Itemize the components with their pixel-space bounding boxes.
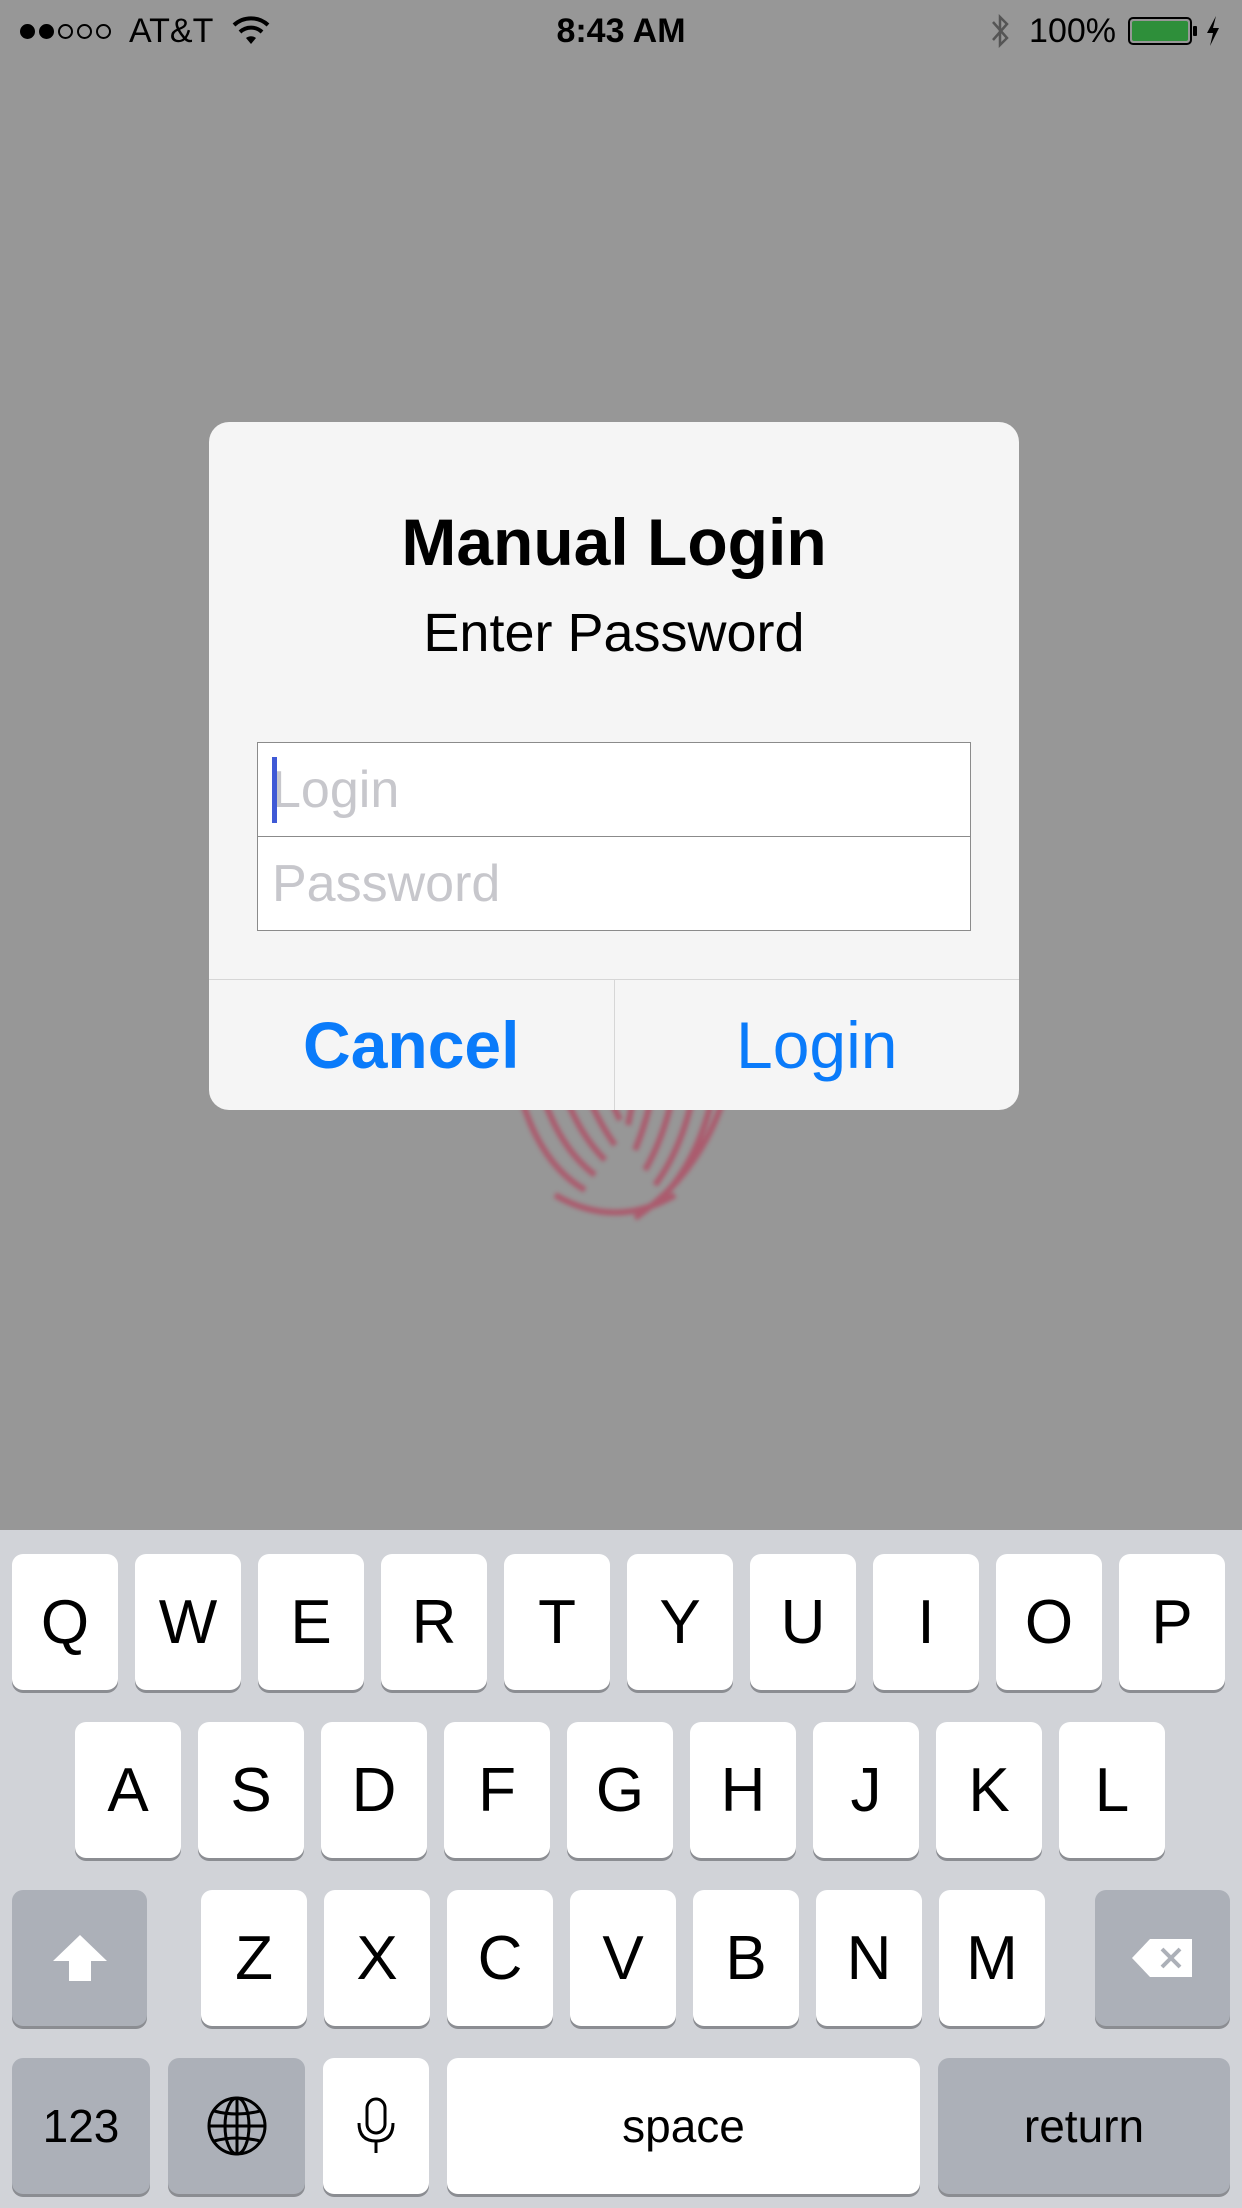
battery-icon (1128, 17, 1197, 45)
key-label: E (290, 1587, 332, 1657)
numbers-key[interactable]: 123 (12, 2058, 150, 2194)
key-c[interactable]: C (447, 1890, 553, 2026)
charging-bolt-icon (1207, 16, 1219, 46)
key-b[interactable]: B (693, 1890, 799, 2026)
key-q[interactable]: Q (12, 1554, 118, 1690)
status-right: 100% (989, 10, 1222, 52)
shift-key[interactable] (12, 1890, 147, 2026)
key-label: N (846, 1923, 892, 1993)
alert-button-row: Cancel Login (209, 979, 1019, 1110)
password-input[interactable] (257, 836, 971, 931)
key-label: T (538, 1587, 576, 1657)
key-label: U (780, 1587, 826, 1657)
key-d[interactable]: D (321, 1722, 427, 1858)
key-m[interactable]: M (939, 1890, 1045, 2026)
key-label: O (1024, 1587, 1074, 1657)
keyboard: QW E R T Y U I O P A S D F G H J K L Z X C V B N M 123 space r… (0, 1530, 1242, 2208)
globe-key[interactable] (168, 2058, 305, 2194)
status-bar: AT&T 8:43 AM 100% (0, 0, 1242, 62)
key-label: K (968, 1755, 1010, 1825)
key-label: A (107, 1755, 149, 1825)
globe-icon (207, 2096, 266, 2156)
delete-icon (1131, 1939, 1192, 1977)
space-key-label: space (622, 2100, 745, 2152)
key-label: P (1151, 1587, 1193, 1657)
key-o[interactable]: O (996, 1554, 1102, 1690)
key-label: L (1094, 1755, 1130, 1825)
login-input[interactable] (257, 742, 971, 837)
key-label: D (351, 1755, 397, 1825)
login-button[interactable]: Login (615, 980, 1020, 1110)
key-v[interactable]: V (570, 1890, 676, 2026)
return-key-label: return (1023, 2100, 1145, 2152)
key-label: Z (235, 1923, 273, 1993)
key-y[interactable]: Y (627, 1554, 733, 1690)
key-label: X (356, 1923, 398, 1993)
key-w[interactable]: W (135, 1554, 241, 1690)
alert-message: Enter Password (423, 603, 805, 663)
key-label: J (850, 1755, 882, 1825)
key-j[interactable]: J (813, 1722, 919, 1858)
key-u[interactable]: U (750, 1554, 856, 1690)
key-label: F (478, 1755, 516, 1825)
key-g[interactable]: G (567, 1722, 673, 1858)
key-s[interactable]: S (198, 1722, 304, 1858)
space-key[interactable]: space (447, 2058, 920, 2194)
key-label: R (411, 1587, 457, 1657)
key-label: Q (40, 1587, 90, 1657)
key-label: W (158, 1587, 218, 1657)
key-p[interactable]: P (1119, 1554, 1225, 1690)
shift-icon (52, 1935, 107, 1981)
key-i[interactable]: I (873, 1554, 979, 1690)
alert-title: Manual Login (401, 505, 827, 579)
key-e[interactable]: E (258, 1554, 364, 1690)
microphone-icon (357, 2097, 395, 2153)
manual-login-alert: Manual Login Enter Password Cancel Login (209, 422, 1019, 1110)
key-z[interactable]: Z (201, 1890, 307, 2026)
dictation-key[interactable] (323, 2058, 429, 2194)
key-label: Y (659, 1587, 701, 1657)
key-label: H (720, 1755, 766, 1825)
text-cursor (272, 757, 277, 823)
battery-percentage: 100% (1029, 11, 1116, 50)
key-label: M (966, 1923, 1018, 1993)
return-key[interactable]: return (938, 2058, 1230, 2194)
key-label: G (595, 1755, 645, 1825)
bluetooth-icon (992, 13, 1009, 49)
key-r[interactable]: R (381, 1554, 487, 1690)
key-h[interactable]: H (690, 1722, 796, 1858)
delete-key[interactable] (1095, 1890, 1230, 2026)
key-f[interactable]: F (444, 1722, 550, 1858)
key-t[interactable]: T (504, 1554, 610, 1690)
key-a[interactable]: A (75, 1722, 181, 1858)
key-k[interactable]: K (936, 1722, 1042, 1858)
key-label: C (477, 1923, 523, 1993)
key-label: I (917, 1587, 935, 1657)
key-label: V (602, 1923, 644, 1993)
key-n[interactable]: N (816, 1890, 922, 2026)
key-label: B (725, 1923, 767, 1993)
key-l[interactable]: L (1059, 1722, 1165, 1858)
key-label: S (230, 1755, 272, 1825)
key-x[interactable]: X (324, 1890, 430, 2026)
numbers-key-label: 123 (42, 2100, 120, 2152)
cancel-button[interactable]: Cancel (209, 980, 615, 1110)
